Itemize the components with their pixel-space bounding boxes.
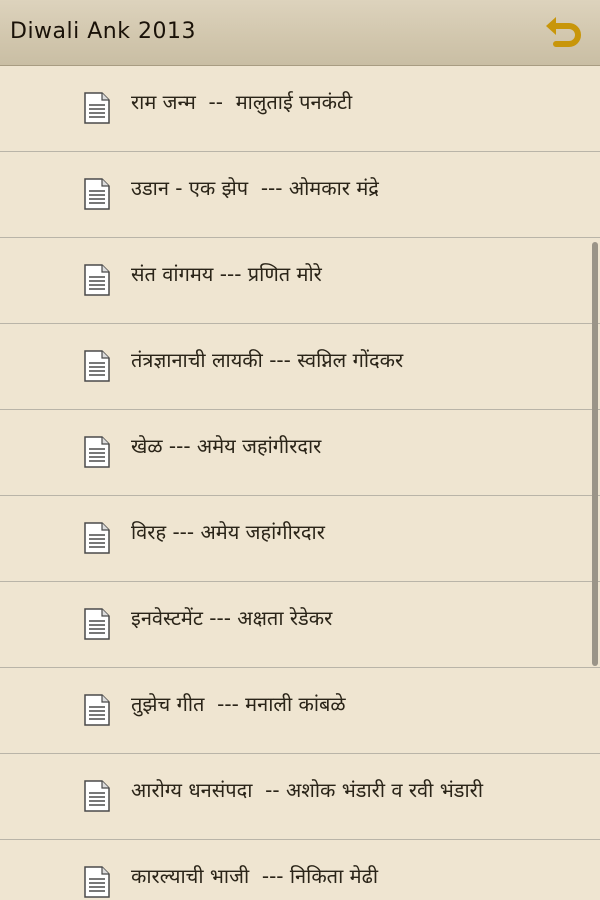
list-item[interactable]: विरह --- अमेय जहांगीरदार [0, 496, 600, 582]
app-window: Diwali Ank 2013 राम जन्म -- मालुताई पनकं… [0, 0, 600, 900]
document-icon [84, 866, 110, 898]
list-item[interactable]: खेळ --- अमेय जहांगीरदार [0, 410, 600, 496]
list-item[interactable]: कारल्याची भाजी --- निकिता मेढी [0, 840, 600, 900]
document-icon [84, 436, 110, 468]
list-item[interactable]: उडान - एक झेप --- ओमकार मंद्रे [0, 152, 600, 238]
list-item-label: राम जन्म -- मालुताई पनकंटी [131, 90, 353, 114]
list-item-label: आरोग्य धनसंपदा -- अशोक भंडारी व रवी भंडा… [131, 778, 484, 802]
document-icon [84, 522, 110, 554]
app-title: Diwali Ank 2013 [10, 19, 196, 44]
document-icon [84, 92, 110, 124]
list-item[interactable]: संत वांगमय --- प्रणित मोरे [0, 238, 600, 324]
document-icon [84, 780, 110, 812]
list-item-label: कारल्याची भाजी --- निकिता मेढी [131, 864, 379, 888]
title-bar: Diwali Ank 2013 [0, 0, 600, 66]
list-item[interactable]: आरोग्य धनसंपदा -- अशोक भंडारी व रवी भंडा… [0, 754, 600, 840]
article-list: राम जन्म -- मालुताई पनकंटी उडान - एक झेप… [0, 66, 600, 900]
list-item-label: तुझेच गीत --- मनाली कांबळे [131, 692, 346, 716]
document-icon [84, 350, 110, 382]
document-icon [84, 694, 110, 726]
list-item-label: तंत्रज्ञानाची लायकी --- स्वप्निल गोंदकर [131, 348, 404, 372]
list-item-label: उडान - एक झेप --- ओमकार मंद्रे [131, 176, 379, 200]
list-item-label: संत वांगमय --- प्रणित मोरे [131, 262, 322, 286]
list-item[interactable]: इनवेस्टमेंट --- अक्षता रेडेकर [0, 582, 600, 668]
scrollbar[interactable] [592, 242, 598, 666]
list-item[interactable]: तुझेच गीत --- मनाली कांबळे [0, 668, 600, 754]
back-arrow-icon [546, 17, 581, 47]
document-icon [84, 608, 110, 640]
list-item-label: खेळ --- अमेय जहांगीरदार [131, 434, 322, 458]
list-item[interactable]: तंत्रज्ञानाची लायकी --- स्वप्निल गोंदकर [0, 324, 600, 410]
list-item-label: इनवेस्टमेंट --- अक्षता रेडेकर [131, 606, 333, 630]
back-button[interactable] [542, 12, 586, 54]
document-icon [84, 178, 110, 210]
list-item-label: विरह --- अमेय जहांगीरदार [131, 520, 325, 544]
document-icon [84, 264, 110, 296]
list-item[interactable]: राम जन्म -- मालुताई पनकंटी [0, 66, 600, 152]
